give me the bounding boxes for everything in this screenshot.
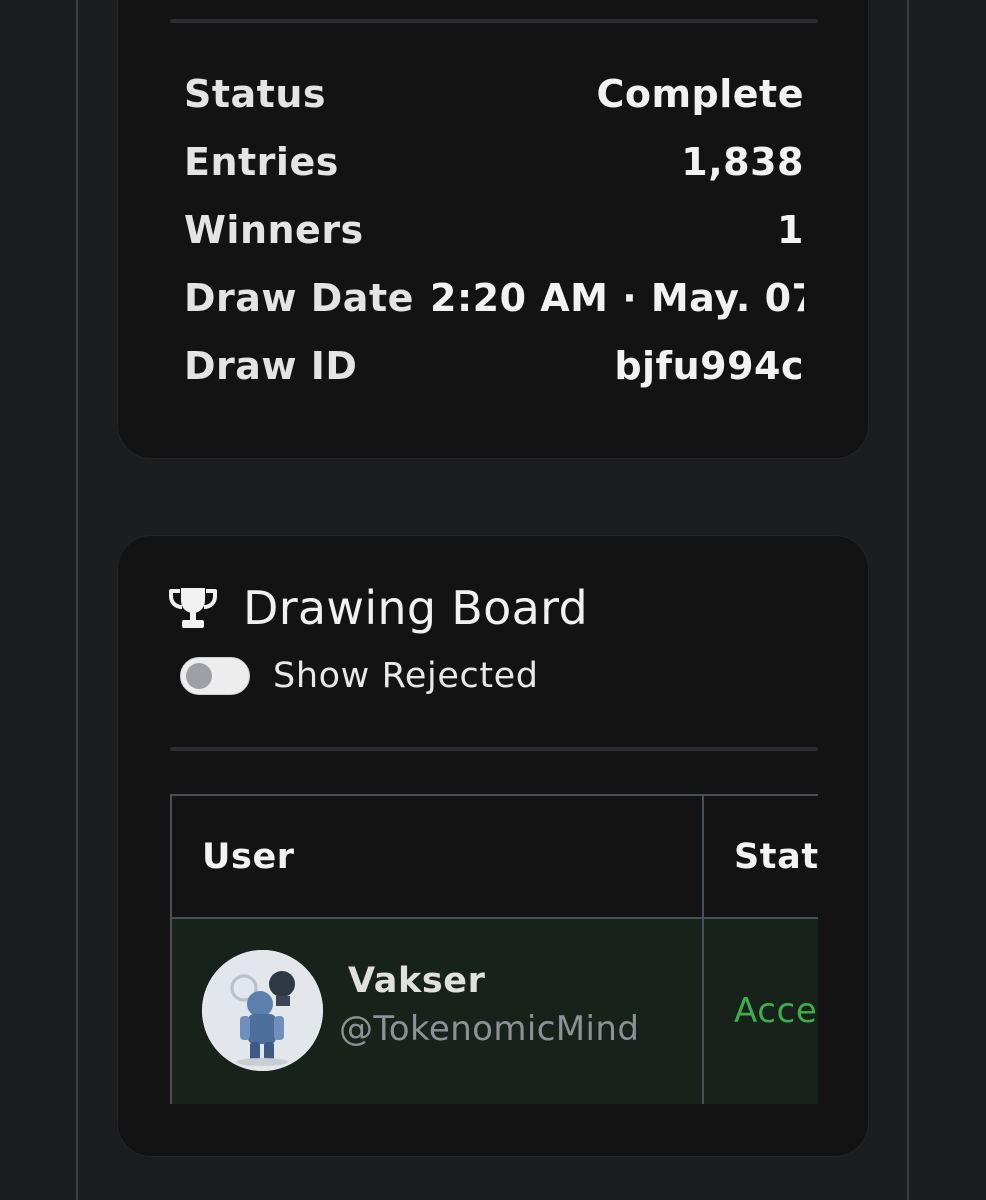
status-cell: Acce xyxy=(704,919,818,1104)
info-row-draw-date: Draw Date 2:20 AM · May. 07, xyxy=(184,275,804,321)
info-row-entries: Entries 1,838 xyxy=(184,139,804,185)
info-value: 1,838 xyxy=(681,140,804,184)
table-header-row: User Stat xyxy=(170,794,818,919)
info-label: Winners xyxy=(184,208,364,252)
user-handle[interactable]: @TokenomicMind xyxy=(339,1007,639,1051)
status-badge: Acce xyxy=(734,991,818,1031)
drawing-board-card: Drawing Board Show Rejected User Stat Va… xyxy=(117,535,869,1157)
info-label: Draw Date xyxy=(184,276,414,320)
draw-info-list: Status Complete Entries 1,838 Winners 1 … xyxy=(184,71,804,391)
frame-left-border xyxy=(76,0,78,1200)
info-value: 1 xyxy=(777,208,804,252)
avatar[interactable] xyxy=(202,950,323,1071)
trophy-icon xyxy=(169,588,217,628)
info-value: bjfu994c xyxy=(614,344,804,388)
drawing-board-table: User Stat Vakser @TokenomicMind Acce xyxy=(170,794,818,1104)
info-value: 2:20 AM · May. 07, xyxy=(430,276,804,320)
user-name: Vakser xyxy=(348,961,486,1001)
info-row-draw-id: Draw ID bjfu994c xyxy=(184,343,804,389)
toggle-knob xyxy=(186,663,212,689)
info-label: Status xyxy=(184,72,327,116)
column-header-status[interactable]: Stat xyxy=(702,794,818,919)
avatar-image xyxy=(202,950,323,1071)
table-row[interactable]: Vakser @TokenomicMind Acce xyxy=(170,917,818,1104)
info-value: Complete xyxy=(596,72,804,116)
user-cell: Vakser @TokenomicMind xyxy=(172,919,702,1104)
board-divider xyxy=(170,747,818,751)
show-rejected-label: Show Rejected xyxy=(273,656,539,696)
info-row-winners: Winners 1 xyxy=(184,207,804,253)
draw-info-card: Status Complete Entries 1,838 Winners 1 … xyxy=(117,0,869,459)
info-label: Entries xyxy=(184,140,339,184)
drawing-board-title: Drawing Board xyxy=(243,581,588,635)
column-header-user[interactable]: User xyxy=(170,794,704,919)
show-rejected-toggle[interactable] xyxy=(180,657,250,695)
frame-right-border xyxy=(907,0,909,1200)
info-label: Draw ID xyxy=(184,344,358,388)
card-divider xyxy=(170,19,818,23)
info-row-status: Status Complete xyxy=(184,71,804,117)
